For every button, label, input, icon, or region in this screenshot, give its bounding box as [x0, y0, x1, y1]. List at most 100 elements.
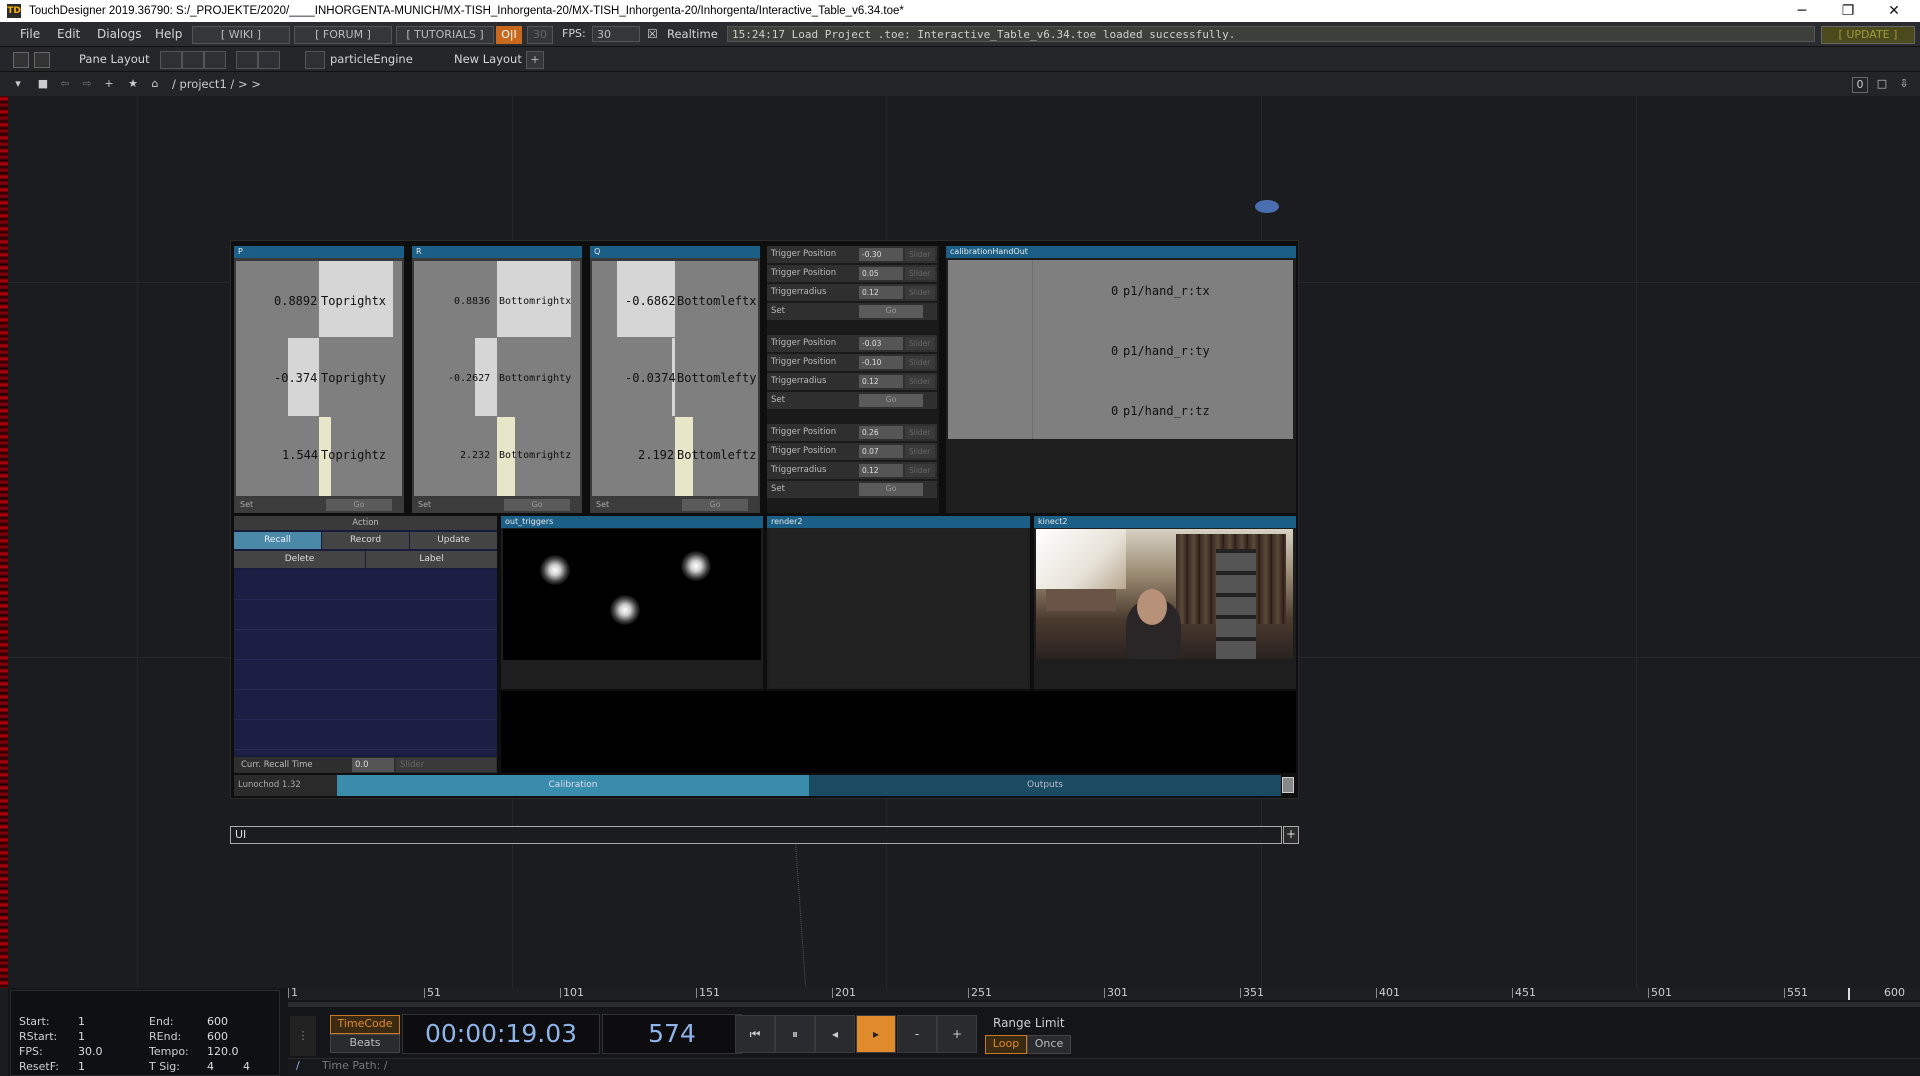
fps-box[interactable]: 30	[527, 26, 553, 44]
go-button[interactable]: Go	[859, 305, 923, 318]
end-value[interactable]: 600	[207, 1015, 228, 1028]
loop-button[interactable]: Loop	[985, 1035, 1027, 1054]
play-button[interactable]: ▸	[856, 1015, 896, 1053]
timecode-button[interactable]: TimeCode	[330, 1015, 400, 1034]
trigger-viewer[interactable]	[503, 529, 761, 660]
once-button[interactable]: Once	[1027, 1035, 1071, 1054]
trigger-value[interactable]: -0.03	[859, 337, 903, 350]
tsig-value-b[interactable]: 4	[243, 1060, 250, 1073]
tsig-value-a[interactable]: 4	[207, 1060, 214, 1073]
trigger-slider[interactable]: Slider	[905, 248, 935, 261]
recall-time-value[interactable]: 0.0	[352, 758, 394, 772]
record-button[interactable]: Record	[322, 532, 409, 549]
pane-tab-particle[interactable]: particleEngine	[330, 47, 413, 71]
layout-2-icon[interactable]	[182, 51, 204, 69]
menu-edit[interactable]: Edit	[57, 22, 80, 46]
render-viewer[interactable]	[769, 529, 1028, 687]
chevron-down-icon[interactable]: ▾	[11, 77, 25, 91]
trigger-slider[interactable]: Slider	[905, 375, 935, 388]
rstart-value[interactable]: 1	[78, 1030, 85, 1043]
go-button[interactable]: Go	[859, 483, 923, 496]
time-display[interactable]: 00:00:19.03	[402, 1014, 600, 1054]
menu-help[interactable]: Help	[155, 22, 182, 46]
trigger-slider[interactable]: Slider	[905, 464, 935, 477]
trigger-slider[interactable]: Slider	[905, 267, 935, 280]
wiki-button[interactable]: [ WIKI ]	[192, 26, 290, 44]
fps-value[interactable]: 30.0	[78, 1045, 103, 1058]
trigger-value[interactable]: 0.12	[859, 375, 903, 388]
go-button[interactable]: Go	[859, 394, 923, 407]
ui-component-label[interactable]: UI	[230, 826, 1282, 844]
tab-outputs[interactable]: Outputs	[809, 775, 1281, 796]
pause-button[interactable]: ⏸	[775, 1015, 815, 1053]
frame-display[interactable]: 574	[602, 1014, 742, 1054]
breadcrumb[interactable]: / project1 / > >	[172, 72, 261, 96]
timeline-ruler[interactable]: 1 51 101 151 201 251 301 351 401 451 501…	[288, 987, 1920, 1000]
go-button[interactable]: Go	[682, 499, 748, 511]
minimize-button[interactable]: ─	[1779, 0, 1825, 22]
label-button[interactable]: Label	[366, 551, 497, 568]
trigger-value[interactable]: 0.07	[859, 445, 903, 458]
go-button[interactable]: Go	[326, 499, 392, 511]
pane-split-icon[interactable]	[34, 52, 50, 68]
forum-button[interactable]: [ FORUM ]	[294, 26, 392, 44]
step-plus-button[interactable]: +	[937, 1015, 977, 1053]
rend-value[interactable]: 600	[207, 1030, 228, 1043]
time-path-label[interactable]: Time Path: /	[322, 1059, 388, 1072]
pin-icon[interactable]: ⇩	[1897, 77, 1911, 91]
menu-file[interactable]: File	[20, 22, 40, 46]
timeline-toggle-icon[interactable]: ⋮	[290, 1016, 316, 1056]
new-layout-button[interactable]: +	[526, 51, 544, 69]
trigger-value[interactable]: -0.30	[859, 248, 903, 261]
playhead[interactable]	[1848, 988, 1850, 1000]
layout-1-icon[interactable]	[160, 51, 182, 69]
rewind-button[interactable]: ⏮	[735, 1015, 775, 1053]
forward-icon[interactable]: ⇨	[80, 77, 94, 91]
trigger-slider[interactable]: Slider	[905, 337, 935, 350]
new-layout-label[interactable]: New Layout	[454, 47, 522, 71]
go-button[interactable]: Go	[504, 499, 570, 511]
comment-icon[interactable]	[1255, 200, 1279, 213]
trigger-value[interactable]: 0.05	[859, 267, 903, 280]
restore-button[interactable]: ❐	[1825, 0, 1871, 22]
update-button[interactable]: [ UPDATE ]	[1821, 26, 1915, 44]
trigger-value[interactable]: -0.10	[859, 356, 903, 369]
calculator-icon[interactable]	[1282, 777, 1294, 793]
oi-toggle[interactable]: O|I	[496, 26, 522, 44]
close-button[interactable]: ✕	[1871, 0, 1917, 22]
resetf-value[interactable]: 1	[78, 1060, 85, 1073]
layout-4-icon[interactable]	[236, 51, 258, 69]
tab-calibration[interactable]: Calibration	[337, 775, 809, 796]
step-back-button[interactable]: ◂	[815, 1015, 855, 1053]
add-icon[interactable]: +	[102, 77, 116, 91]
trigger-value[interactable]: 0.26	[859, 426, 903, 439]
trigger-value[interactable]: 0.12	[859, 286, 903, 299]
beats-button[interactable]: Beats	[330, 1034, 400, 1053]
fps-input[interactable]: 30	[592, 26, 640, 42]
trigger-slider[interactable]: Slider	[905, 286, 935, 299]
recall-time-slider[interactable]: Slider	[396, 758, 496, 772]
pane-tab-icon[interactable]	[305, 51, 325, 69]
stop-icon[interactable]: ■	[36, 77, 50, 91]
pane-view-icon[interactable]	[13, 52, 29, 68]
recall-button[interactable]: Recall	[234, 532, 321, 549]
star-icon[interactable]: ★	[126, 77, 140, 91]
trigger-slider[interactable]: Slider	[905, 445, 935, 458]
step-minus-button[interactable]: -	[897, 1015, 937, 1053]
menu-dialogs[interactable]: Dialogs	[97, 22, 141, 46]
add-icon[interactable]: +	[1283, 826, 1299, 844]
delete-button[interactable]: Delete	[234, 551, 365, 568]
maximize-pane-icon[interactable]: □	[1875, 77, 1889, 91]
preset-list[interactable]	[234, 570, 497, 755]
layout-3-icon[interactable]	[204, 51, 226, 69]
trigger-slider[interactable]: Slider	[905, 356, 935, 369]
realtime-checkbox[interactable]: ☒	[647, 22, 658, 46]
trigger-value[interactable]: 0.12	[859, 464, 903, 477]
tutorials-button[interactable]: [ TUTORIALS ]	[396, 26, 494, 44]
layout-5-icon[interactable]	[258, 51, 280, 69]
start-value[interactable]: 1	[78, 1015, 85, 1028]
home-icon[interactable]: ⌂	[148, 77, 162, 91]
back-icon[interactable]: ⇦	[58, 77, 72, 91]
timeline-scroll[interactable]	[288, 1002, 1920, 1007]
tempo-value[interactable]: 120.0	[207, 1045, 239, 1058]
